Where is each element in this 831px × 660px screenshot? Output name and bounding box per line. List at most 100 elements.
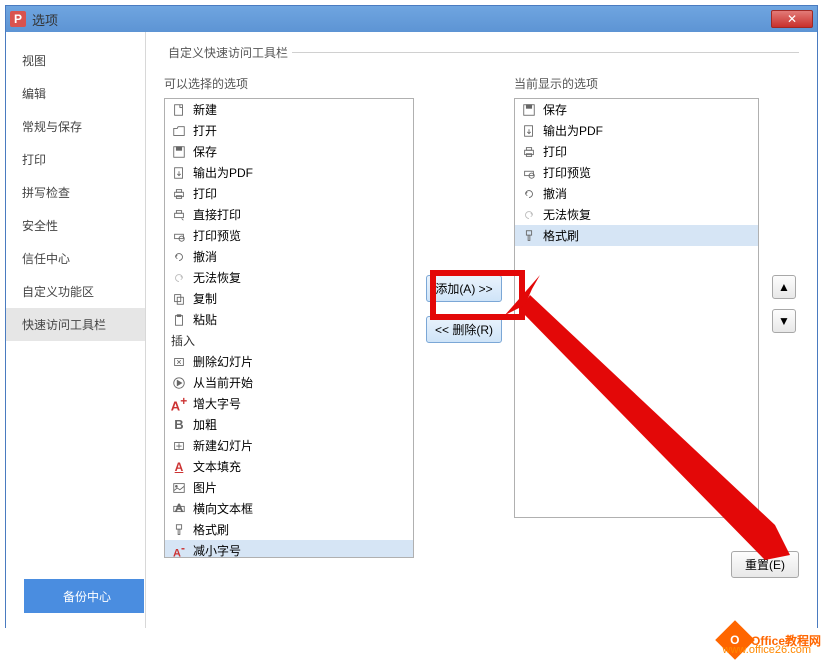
- list-item-label: 格式刷: [543, 227, 579, 244]
- undo-icon: [171, 249, 187, 265]
- watermark-url: www.office26.com: [723, 644, 811, 656]
- move-up-button[interactable]: ▲: [772, 275, 796, 299]
- list-item[interactable]: 删除幻灯片: [165, 351, 413, 372]
- list-item[interactable]: 格式刷: [165, 519, 413, 540]
- list-item[interactable]: 无法恢复: [165, 267, 413, 288]
- list-item-label: 直接打印: [193, 206, 241, 223]
- reorder-buttons: ▲ ▼: [769, 75, 799, 333]
- list-item-label: 图片: [193, 479, 217, 496]
- list-item[interactable]: 保存: [515, 99, 758, 120]
- app-icon: P: [10, 11, 26, 27]
- list-item[interactable]: 无法恢复: [515, 204, 758, 225]
- format-brush-icon: [521, 228, 537, 244]
- list-item-label: 新建幻灯片: [193, 437, 253, 454]
- list-item-label: 打印预览: [543, 164, 591, 181]
- list-item-label: 横向文本框: [193, 500, 253, 517]
- export-pdf-icon: [171, 165, 187, 181]
- list-item[interactable]: 输出为PDF: [165, 162, 413, 183]
- list-item-label: 输出为PDF: [543, 122, 603, 139]
- available-column: 可以选择的选项 新建打开保存输出为PDF 打印直接打印打印预览撤消无法恢复复制粘贴…: [164, 75, 414, 558]
- slide-new-icon: [171, 438, 187, 454]
- list-item[interactable]: A 横向文本框: [165, 498, 413, 519]
- list-item[interactable]: 新建: [165, 99, 413, 120]
- list-item-label: 删除幻灯片: [193, 353, 253, 370]
- list-item-label: 输出为PDF: [193, 164, 253, 181]
- list-item[interactable]: 打印预览: [165, 225, 413, 246]
- sidebar-item[interactable]: 信任中心: [6, 242, 145, 275]
- font-smaller-icon: A-: [171, 543, 187, 559]
- list-item-label: 文本填充: [193, 458, 241, 475]
- list-item[interactable]: 新建幻灯片: [165, 435, 413, 456]
- list-item-label: 撤消: [543, 185, 567, 202]
- list-item[interactable]: 图片: [165, 477, 413, 498]
- sidebar-item[interactable]: 自定义功能区: [6, 275, 145, 308]
- list-item[interactable]: A+增大字号: [165, 393, 413, 414]
- bold-icon: B: [171, 417, 187, 433]
- options-dialog: P 选项 ✕ 视图编辑常规与保存打印拼写检查安全性信任中心自定义功能区快速访问工…: [5, 5, 818, 628]
- print-direct-icon: [171, 207, 187, 223]
- print-preview-icon: [521, 165, 537, 181]
- sidebar-item[interactable]: 安全性: [6, 209, 145, 242]
- list-item[interactable]: 输出为PDF: [515, 120, 758, 141]
- export-pdf-icon: [521, 123, 537, 139]
- list-item-label: 无法恢复: [543, 206, 591, 223]
- svg-text:A: A: [176, 502, 183, 514]
- print-icon: [521, 144, 537, 160]
- content-panel: 自定义快速访问工具栏 可以选择的选项 新建打开保存输出为PDF打印直接打印打印预…: [146, 32, 817, 628]
- titlebar[interactable]: P 选项 ✕: [6, 6, 817, 32]
- dialog-body: 视图编辑常规与保存打印拼写检查安全性信任中心自定义功能区快速访问工具栏 自定义快…: [6, 32, 817, 628]
- middle-buttons: 添加(A) >> << 删除(R): [424, 75, 504, 343]
- list-item[interactable]: 粘贴: [165, 309, 413, 330]
- copy-icon: [171, 291, 187, 307]
- reset-button[interactable]: 重置(E): [731, 551, 799, 578]
- list-item-label: 打印预览: [193, 227, 241, 244]
- list-item-label: 新建: [193, 101, 217, 118]
- list-item[interactable]: 打印: [165, 183, 413, 204]
- add-button[interactable]: 添加(A) >>: [426, 275, 501, 302]
- list-item[interactable]: 保存: [165, 141, 413, 162]
- list-item[interactable]: 直接打印: [165, 204, 413, 225]
- watermark: O Office教程网 www.office26.com: [721, 626, 821, 654]
- save-icon: [171, 144, 187, 160]
- list-section-header: 插入: [165, 330, 413, 351]
- list-item-label: 打开: [193, 122, 217, 139]
- available-label: 可以选择的选项: [164, 75, 414, 92]
- list-item-label: 复制: [193, 290, 217, 307]
- font-bigger-icon: A+: [171, 396, 187, 412]
- close-icon: ✕: [787, 12, 797, 26]
- list-item[interactable]: 打开: [165, 120, 413, 141]
- list-item[interactable]: 打印: [515, 141, 758, 162]
- list-item-label: 加粗: [193, 416, 217, 433]
- play-icon: [171, 375, 187, 391]
- sidebar-item[interactable]: 常规与保存: [6, 110, 145, 143]
- list-item-label: 从当前开始: [193, 374, 253, 391]
- list-item[interactable]: A-减小字号: [165, 540, 413, 558]
- list-item[interactable]: 复制: [165, 288, 413, 309]
- available-listbox[interactable]: 新建打开保存输出为PDF 打印直接打印打印预览撤消无法恢复复制粘贴插入删除幻灯片从…: [164, 98, 414, 558]
- current-listbox[interactable]: 保存输出为PDF 打印打印预览撤消无法恢复格式刷: [514, 98, 759, 518]
- list-item[interactable]: 撤消: [165, 246, 413, 267]
- list-item[interactable]: B 加粗: [165, 414, 413, 435]
- list-item-label: 打印: [543, 143, 567, 160]
- list-item-label: 无法恢复: [193, 269, 241, 286]
- list-item-label: 撤消: [193, 248, 217, 265]
- list-item[interactable]: 从当前开始: [165, 372, 413, 393]
- remove-button[interactable]: << 删除(R): [426, 316, 502, 343]
- list-item-label: 格式刷: [193, 521, 229, 538]
- list-item[interactable]: 撤消: [515, 183, 758, 204]
- backup-center-button[interactable]: 备份中心: [24, 579, 144, 613]
- list-item[interactable]: 打印预览: [515, 162, 758, 183]
- backup-label: 备份中心: [63, 588, 111, 605]
- move-down-button[interactable]: ▼: [772, 309, 796, 333]
- print-preview-icon: [171, 228, 187, 244]
- list-item[interactable]: A文本填充: [165, 456, 413, 477]
- list-item[interactable]: 格式刷: [515, 225, 758, 246]
- sidebar-item[interactable]: 编辑: [6, 77, 145, 110]
- sidebar-item[interactable]: 快速访问工具栏: [6, 308, 145, 341]
- sidebar-item[interactable]: 打印: [6, 143, 145, 176]
- sidebar-item[interactable]: 视图: [6, 44, 145, 77]
- close-button[interactable]: ✕: [771, 10, 813, 28]
- slide-delete-icon: [171, 354, 187, 370]
- list-item-label: 保存: [543, 101, 567, 118]
- sidebar-item[interactable]: 拼写检查: [6, 176, 145, 209]
